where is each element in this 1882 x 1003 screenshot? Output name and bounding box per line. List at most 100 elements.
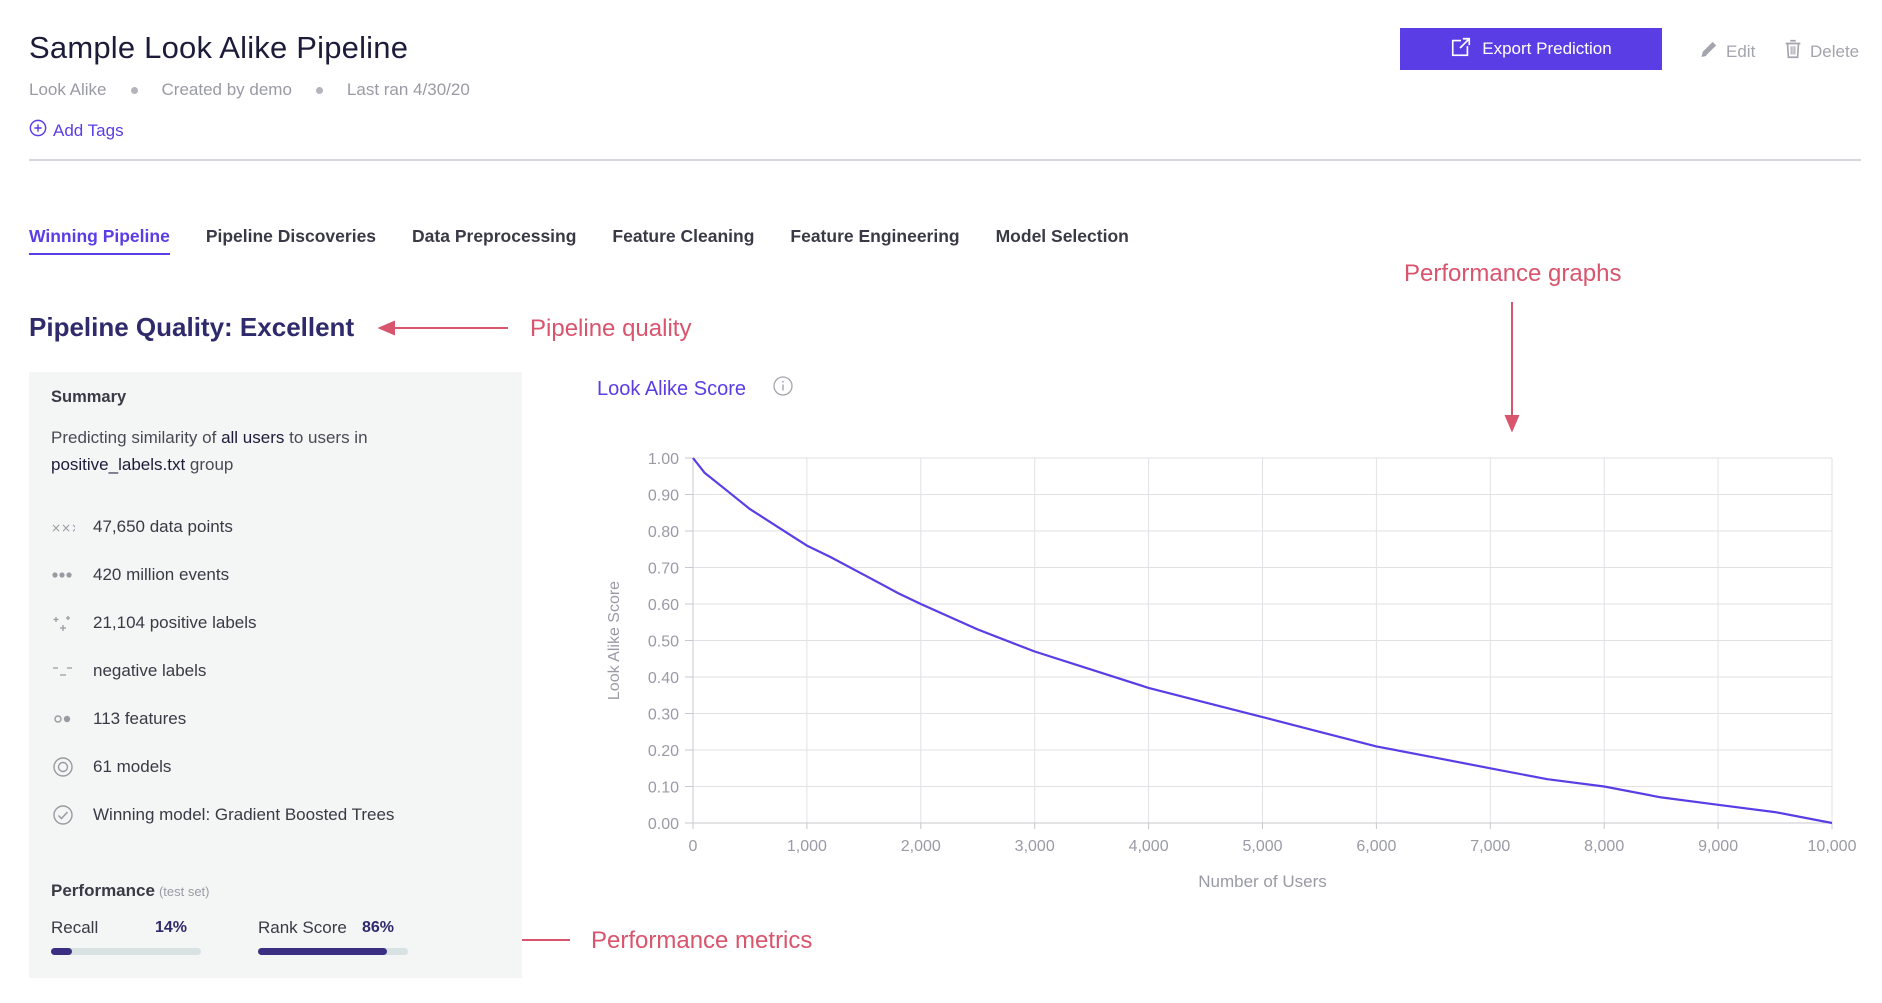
recall-value: 14% [155, 919, 188, 936]
trash-icon [1782, 38, 1804, 65]
tab-pipeline-discoveries[interactable]: Pipeline Discoveries [206, 226, 376, 255]
summary-heading: Summary [51, 388, 127, 406]
summary-description: Predicting similarity of all users to us… [51, 424, 471, 478]
performance-metrics-annotation: Performance metrics [591, 927, 813, 954]
tab-feature-engineering[interactable]: Feature Engineering [790, 226, 959, 255]
pipeline-quality-arrowhead [377, 320, 395, 336]
summary-positive-file: positive_labels.txt [51, 455, 186, 474]
stat-label: 61 models [93, 757, 172, 776]
tab-feature-cleaning[interactable]: Feature Cleaning [612, 226, 754, 255]
delete-label: Delete [1810, 41, 1860, 61]
pipeline-creator: Created by demo [161, 80, 292, 99]
pencil-icon [1698, 38, 1720, 65]
data-points-icon: ××× [51, 516, 75, 538]
pipeline-quality-heading: Pipeline Quality: Excellent [29, 312, 355, 342]
performance-heading: Performance (test set) [51, 881, 210, 901]
positive-labels-icon [51, 612, 75, 634]
recall-bar-fill [51, 948, 72, 955]
info-icon[interactable] [772, 375, 794, 403]
pipeline-tabs: Winning Pipeline Pipeline Discoveries Da… [29, 226, 1165, 255]
x-tick-label: 2,000 [901, 838, 941, 855]
rank-score-bar [258, 948, 408, 955]
x-tick-label: 4,000 [1129, 838, 1169, 855]
recall-label: Recall [51, 918, 99, 937]
rank-score-label: Rank Score [258, 918, 347, 937]
header-divider [29, 159, 1861, 161]
x-tick-label: 1,000 [787, 838, 827, 855]
x-tick-label: 3,000 [1015, 838, 1055, 855]
edit-button[interactable]: Edit [1698, 38, 1755, 65]
summary-target-users: all users [221, 428, 285, 447]
y-tick-label: 0.60 [648, 597, 679, 614]
pipeline-meta: Look Alike Created by demo Last ran 4/30… [29, 80, 470, 100]
stat-positive-labels: 21,104 positive labels [51, 612, 257, 634]
chart-title-text: Look Alike Score [597, 377, 746, 400]
tab-model-selection[interactable]: Model Selection [996, 226, 1129, 255]
x-tick-label: 6,000 [1356, 838, 1396, 855]
stat-models: 61 models [51, 756, 171, 778]
stat-events: 420 million events [51, 564, 229, 586]
y-tick-label: 0.40 [648, 670, 679, 687]
features-icon [51, 708, 75, 730]
stat-label: 113 features [93, 709, 187, 728]
meta-separator [315, 86, 323, 94]
negative-labels-icon [51, 660, 75, 682]
events-icon [51, 564, 75, 586]
x-tick-label: 9,000 [1698, 838, 1738, 855]
performance-graphs-arrowhead [1504, 415, 1520, 433]
y-tick-label: 0.30 [648, 707, 679, 724]
tab-winning-pipeline[interactable]: Winning Pipeline [29, 226, 170, 255]
stat-label: 420 million events [93, 565, 230, 584]
x-tick-label: 10,000 [1808, 838, 1857, 855]
y-tick-label: 0.00 [648, 816, 679, 833]
check-circle-icon [51, 804, 75, 826]
stat-label: 21,104 positive labels [93, 613, 257, 632]
y-tick-label: 0.80 [648, 524, 679, 541]
meta-separator [130, 86, 138, 94]
stat-negative-labels: negative labels [51, 660, 206, 682]
x-tick-label: 8,000 [1584, 838, 1624, 855]
look-alike-score-chart: 0 1,000 2,000 3,000 4,000 5,000 6,000 7,000 8,00… [606, 451, 1857, 891]
chart-title: Look Alike Score [597, 375, 794, 403]
rank-score-bar-fill [258, 948, 387, 955]
y-tick-label: 0.70 [648, 561, 679, 578]
y-tick-label: 0.90 [648, 488, 679, 505]
models-icon [51, 756, 75, 778]
y-tick-label: 1.00 [648, 451, 679, 468]
summary-desc-text: to users in [284, 428, 368, 447]
external-link-icon [1450, 36, 1472, 63]
x-tick-label: 5,000 [1242, 838, 1282, 855]
stat-label: Winning model: Gradient Boosted Trees [93, 805, 395, 824]
performance-subtitle: (test set) [158, 884, 210, 899]
y-tick-label: 0.10 [648, 780, 679, 797]
y-tick-label: 0.20 [648, 743, 679, 760]
add-tags-label: Add Tags [53, 120, 124, 140]
plus-circle-icon [29, 119, 47, 142]
stat-features: 113 features [51, 708, 186, 730]
stat-label: negative labels [93, 661, 207, 680]
stat-data-points: ××× 47,650 data points [51, 516, 233, 538]
rank-score-value: 86% [362, 919, 395, 936]
svg-text:×××: ××× [51, 521, 75, 535]
summary-desc-text: group [185, 455, 234, 474]
y-axis-label: Look Alike Score [606, 581, 623, 700]
x-axis-label: Number of Users [1198, 872, 1326, 891]
add-tags-link[interactable]: Add Tags [29, 119, 124, 142]
stat-label: 47,650 data points [93, 517, 233, 536]
stat-winning-model: Winning model: Gradient Boosted Trees [51, 804, 394, 826]
x-tick-label: 7,000 [1470, 838, 1510, 855]
pipeline-quality-annotation: Pipeline quality [530, 315, 692, 342]
summary-desc-text: Predicting similarity of [51, 428, 222, 447]
delete-button[interactable]: Delete [1782, 38, 1859, 65]
performance-title: Performance [51, 881, 155, 900]
recall-bar [51, 948, 201, 955]
pipeline-type: Look Alike [29, 80, 107, 99]
y-tick-label: 0.50 [648, 634, 679, 651]
edit-label: Edit [1726, 41, 1756, 61]
pipeline-last-ran: Last ran 4/30/20 [346, 80, 470, 99]
export-prediction-button[interactable]: Export Prediction [1400, 28, 1662, 70]
x-tick-label: 0 [689, 838, 698, 855]
performance-graphs-annotation: Performance graphs [1404, 260, 1622, 287]
export-prediction-label: Export Prediction [1482, 39, 1612, 58]
tab-data-preprocessing[interactable]: Data Preprocessing [412, 226, 576, 255]
